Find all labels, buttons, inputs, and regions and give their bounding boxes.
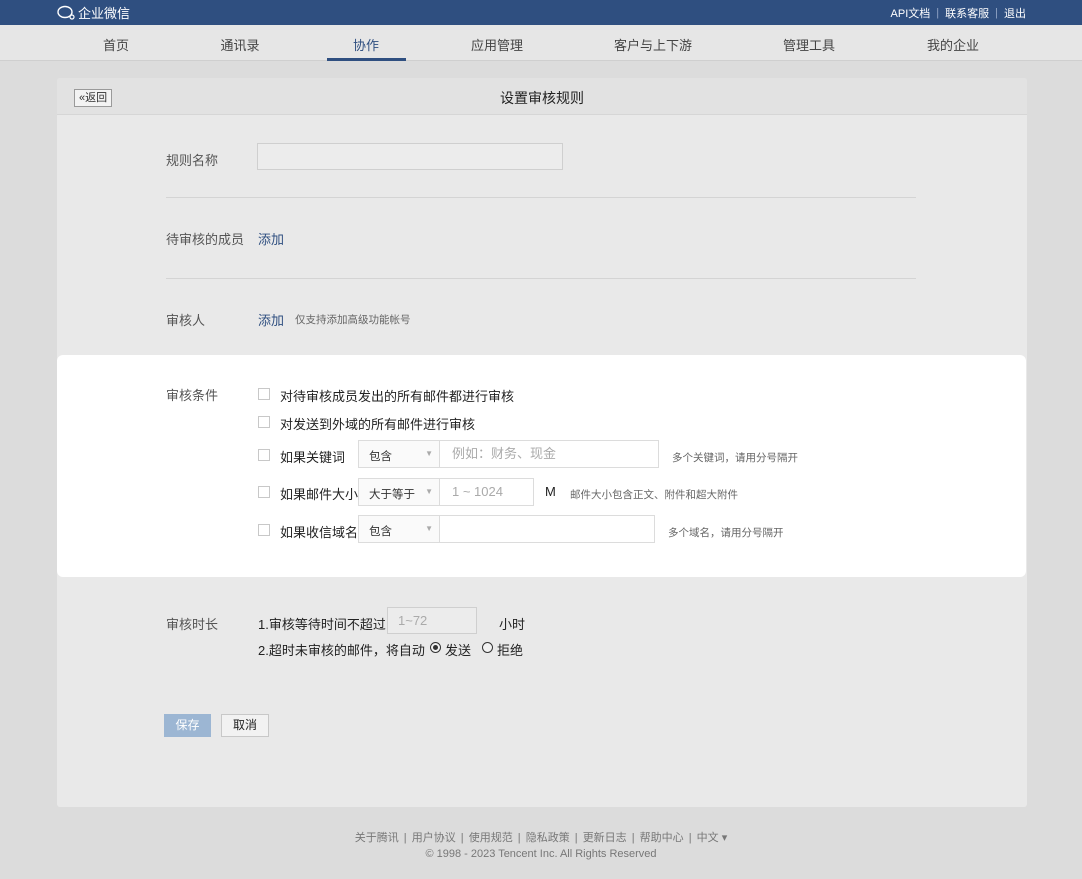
cancel-button[interactable]: 取消 <box>221 714 269 737</box>
size-hint: 邮件大小包含正文、附件和超大附件 <box>570 489 738 501</box>
option-send-label: 发送 <box>445 643 472 658</box>
size-input[interactable]: 1 ~ 1024 <box>439 478 534 506</box>
duration-label: 审核时长 <box>166 617 219 632</box>
checkbox-keyword[interactable] <box>258 449 270 461</box>
footer-language-select[interactable]: 中文 ▾ <box>697 832 728 844</box>
top-links: API文档 | 联系客服 | 退出 <box>891 5 1026 21</box>
condition-keyword-label: 如果关键词 <box>280 450 346 465</box>
domain-input[interactable] <box>439 515 655 543</box>
radio-send[interactable] <box>430 642 441 653</box>
keyword-hint: 多个关键词，请用分号隔开 <box>672 452 798 464</box>
nav-customers[interactable]: 客户与上下游 <box>614 35 692 54</box>
divider <box>166 278 916 279</box>
add-reviewer-link[interactable]: 添加 <box>258 310 284 329</box>
chevron-down-icon: ▼ <box>425 487 433 496</box>
size-compare-select[interactable]: 大于等于 ▼ <box>358 478 440 506</box>
condition-all-mail-text: 对待审核成员发出的所有邮件都进行审核 <box>280 389 515 404</box>
contact-support-link[interactable]: 联系客服 <box>945 5 989 21</box>
footer-changelog-link[interactable]: 更新日志 <box>583 832 627 844</box>
checkbox-all-mail[interactable] <box>258 388 270 400</box>
conditions-label: 审核条件 <box>166 388 219 403</box>
rule-name-input[interactable] <box>257 143 563 170</box>
add-members-link[interactable]: 添加 <box>258 229 284 248</box>
keyword-match-select[interactable]: 包含 ▼ <box>358 440 440 468</box>
reviewer-label: 审核人 <box>166 313 206 328</box>
logout-link[interactable]: 退出 <box>1004 5 1026 21</box>
option-reject-label: 拒绝 <box>497 643 524 658</box>
page-title: 设置审核规则 <box>500 90 584 106</box>
domain-hint: 多个域名，请用分号隔开 <box>668 527 784 539</box>
api-docs-link[interactable]: API文档 <box>891 5 931 21</box>
size-compare-value: 大于等于 <box>369 489 415 501</box>
nav-collaboration[interactable]: 协作 <box>353 35 379 54</box>
top-bar: 企业微信 API文档 | 联系客服 | 退出 <box>0 0 1082 25</box>
domain-match-value: 包含 <box>369 526 392 538</box>
reviewer-hint: 仅支持添加高级功能帐号 <box>295 314 411 326</box>
main-nav: 首页 通讯录 协作 应用管理 客户与上下游 管理工具 我的企业 <box>0 25 1082 61</box>
keyword-match-value: 包含 <box>369 451 392 463</box>
duration-line2: 2.超时未审核的邮件，将自动 <box>258 643 425 658</box>
duration-line1: 1.审核等待时间不超过 <box>258 617 386 632</box>
checkbox-domain[interactable] <box>258 524 270 536</box>
chevron-down-icon: ▼ <box>425 524 433 533</box>
footer-links: 关于腾讯 | 用户协议 | 使用规范 | 隐私政策 | 更新日志 | 帮助中心 … <box>354 832 728 844</box>
footer-usage-link[interactable]: 使用规范 <box>469 832 513 844</box>
card-header: «返回 设置审核规则 <box>57 78 1027 115</box>
footer-copyright: © 1998 - 2023 Tencent Inc. All Rights Re… <box>425 848 657 860</box>
nav-management-tools[interactable]: 管理工具 <box>783 35 835 54</box>
domain-match-select[interactable]: 包含 ▼ <box>358 515 440 543</box>
divider <box>166 197 916 198</box>
keyword-input[interactable]: 例如：财务、现金 <box>439 440 659 468</box>
condition-domain-label: 如果收信域名 <box>280 525 359 540</box>
size-unit: M <box>545 484 556 499</box>
brand-logo[interactable]: 企业微信 <box>57 3 130 22</box>
condition-external-text: 对发送到外域的所有邮件进行审核 <box>280 417 476 432</box>
footer-help-link[interactable]: 帮助中心 <box>640 832 684 844</box>
wecom-logo-icon <box>57 5 75 20</box>
nav-my-enterprise[interactable]: 我的企业 <box>927 35 979 54</box>
nav-home[interactable]: 首页 <box>103 35 129 54</box>
checkbox-size[interactable] <box>258 486 270 498</box>
save-button[interactable]: 保存 <box>164 714 211 737</box>
chevron-down-icon: ▼ <box>425 449 433 458</box>
separator: | <box>936 7 940 19</box>
members-label: 待审核的成员 <box>166 232 245 247</box>
duration-unit: 小时 <box>499 617 526 632</box>
checkbox-external[interactable] <box>258 416 270 428</box>
rule-name-label: 规则名称 <box>166 153 219 168</box>
footer-terms-link[interactable]: 用户协议 <box>412 832 456 844</box>
separator: | <box>995 7 998 19</box>
brand-name: 企业微信 <box>78 6 131 21</box>
footer-privacy-link[interactable]: 隐私政策 <box>526 832 570 844</box>
radio-reject[interactable] <box>482 642 493 653</box>
nav-app-management[interactable]: 应用管理 <box>471 35 523 54</box>
footer-about-link[interactable]: 关于腾讯 <box>355 832 399 844</box>
nav-contacts[interactable]: 通讯录 <box>220 35 259 54</box>
condition-size-label: 如果邮件大小 <box>280 487 359 502</box>
nav-active-indicator <box>327 58 406 61</box>
duration-hours-input[interactable]: 1~72 <box>387 607 477 634</box>
